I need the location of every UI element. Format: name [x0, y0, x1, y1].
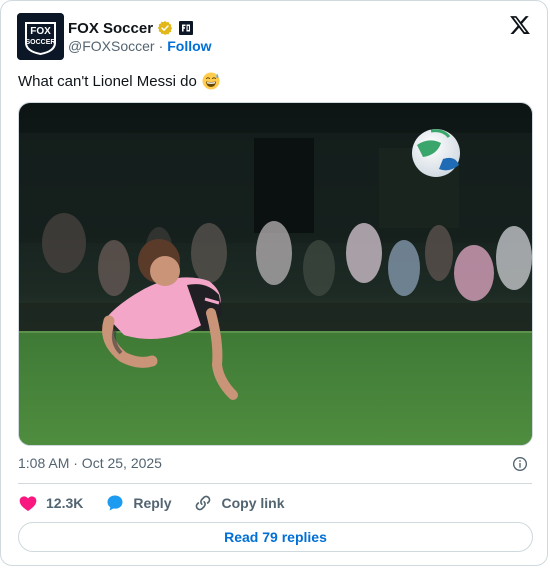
x-logo-icon[interactable] — [509, 14, 531, 36]
verified-badge-icon — [157, 21, 173, 35]
divider — [18, 483, 532, 484]
reply-label: Reply — [133, 495, 172, 511]
tweet-media-photo[interactable] — [18, 102, 533, 446]
reply-button[interactable]: Reply — [105, 493, 171, 513]
author-handle-row: @FOXSoccer · Follow — [68, 38, 212, 54]
like-count: 12.3K — [46, 495, 84, 511]
author-handle[interactable]: @FOXSoccer — [68, 38, 155, 54]
read-replies-button[interactable]: Read 79 replies — [18, 522, 533, 552]
copy-link-label: Copy link — [221, 495, 285, 511]
like-button[interactable]: 12.3K — [18, 493, 83, 513]
tweet-text: What can't Lionel Messi do — [18, 72, 220, 90]
info-icon[interactable] — [512, 456, 528, 472]
author-display-name[interactable]: FOX Soccer — [68, 20, 153, 37]
affiliate-badge-icon — [179, 21, 194, 35]
author-avatar[interactable]: FOX SOCCER — [17, 13, 64, 60]
grinning-sweat-emoji-icon — [202, 72, 220, 90]
tweet-card: FOX SOCCER FOX Soccer @FOXSoccer · Follo… — [0, 0, 548, 566]
follow-button[interactable]: Follow — [167, 38, 211, 54]
reply-bubble-icon — [107, 495, 123, 511]
logo-text-fox: FOX — [30, 26, 51, 37]
handle-separator: · — [158, 38, 164, 54]
link-icon — [196, 495, 211, 511]
tweet-timestamp[interactable]: 1:08 AM · Oct 25, 2025 — [18, 455, 162, 471]
copy-link-button[interactable]: Copy link — [193, 493, 285, 513]
logo-text-soccer: SOCCER — [26, 39, 56, 46]
tweet-text-content: What can't Lionel Messi do — [18, 72, 197, 90]
heart-icon — [19, 496, 37, 511]
messi-diving-header-photo — [19, 103, 532, 445]
tweet-actions: 12.3K Reply Copy link — [18, 491, 307, 515]
fox-soccer-logo: FOX SOCCER — [17, 13, 64, 60]
author-name-row: FOX Soccer — [68, 18, 194, 38]
